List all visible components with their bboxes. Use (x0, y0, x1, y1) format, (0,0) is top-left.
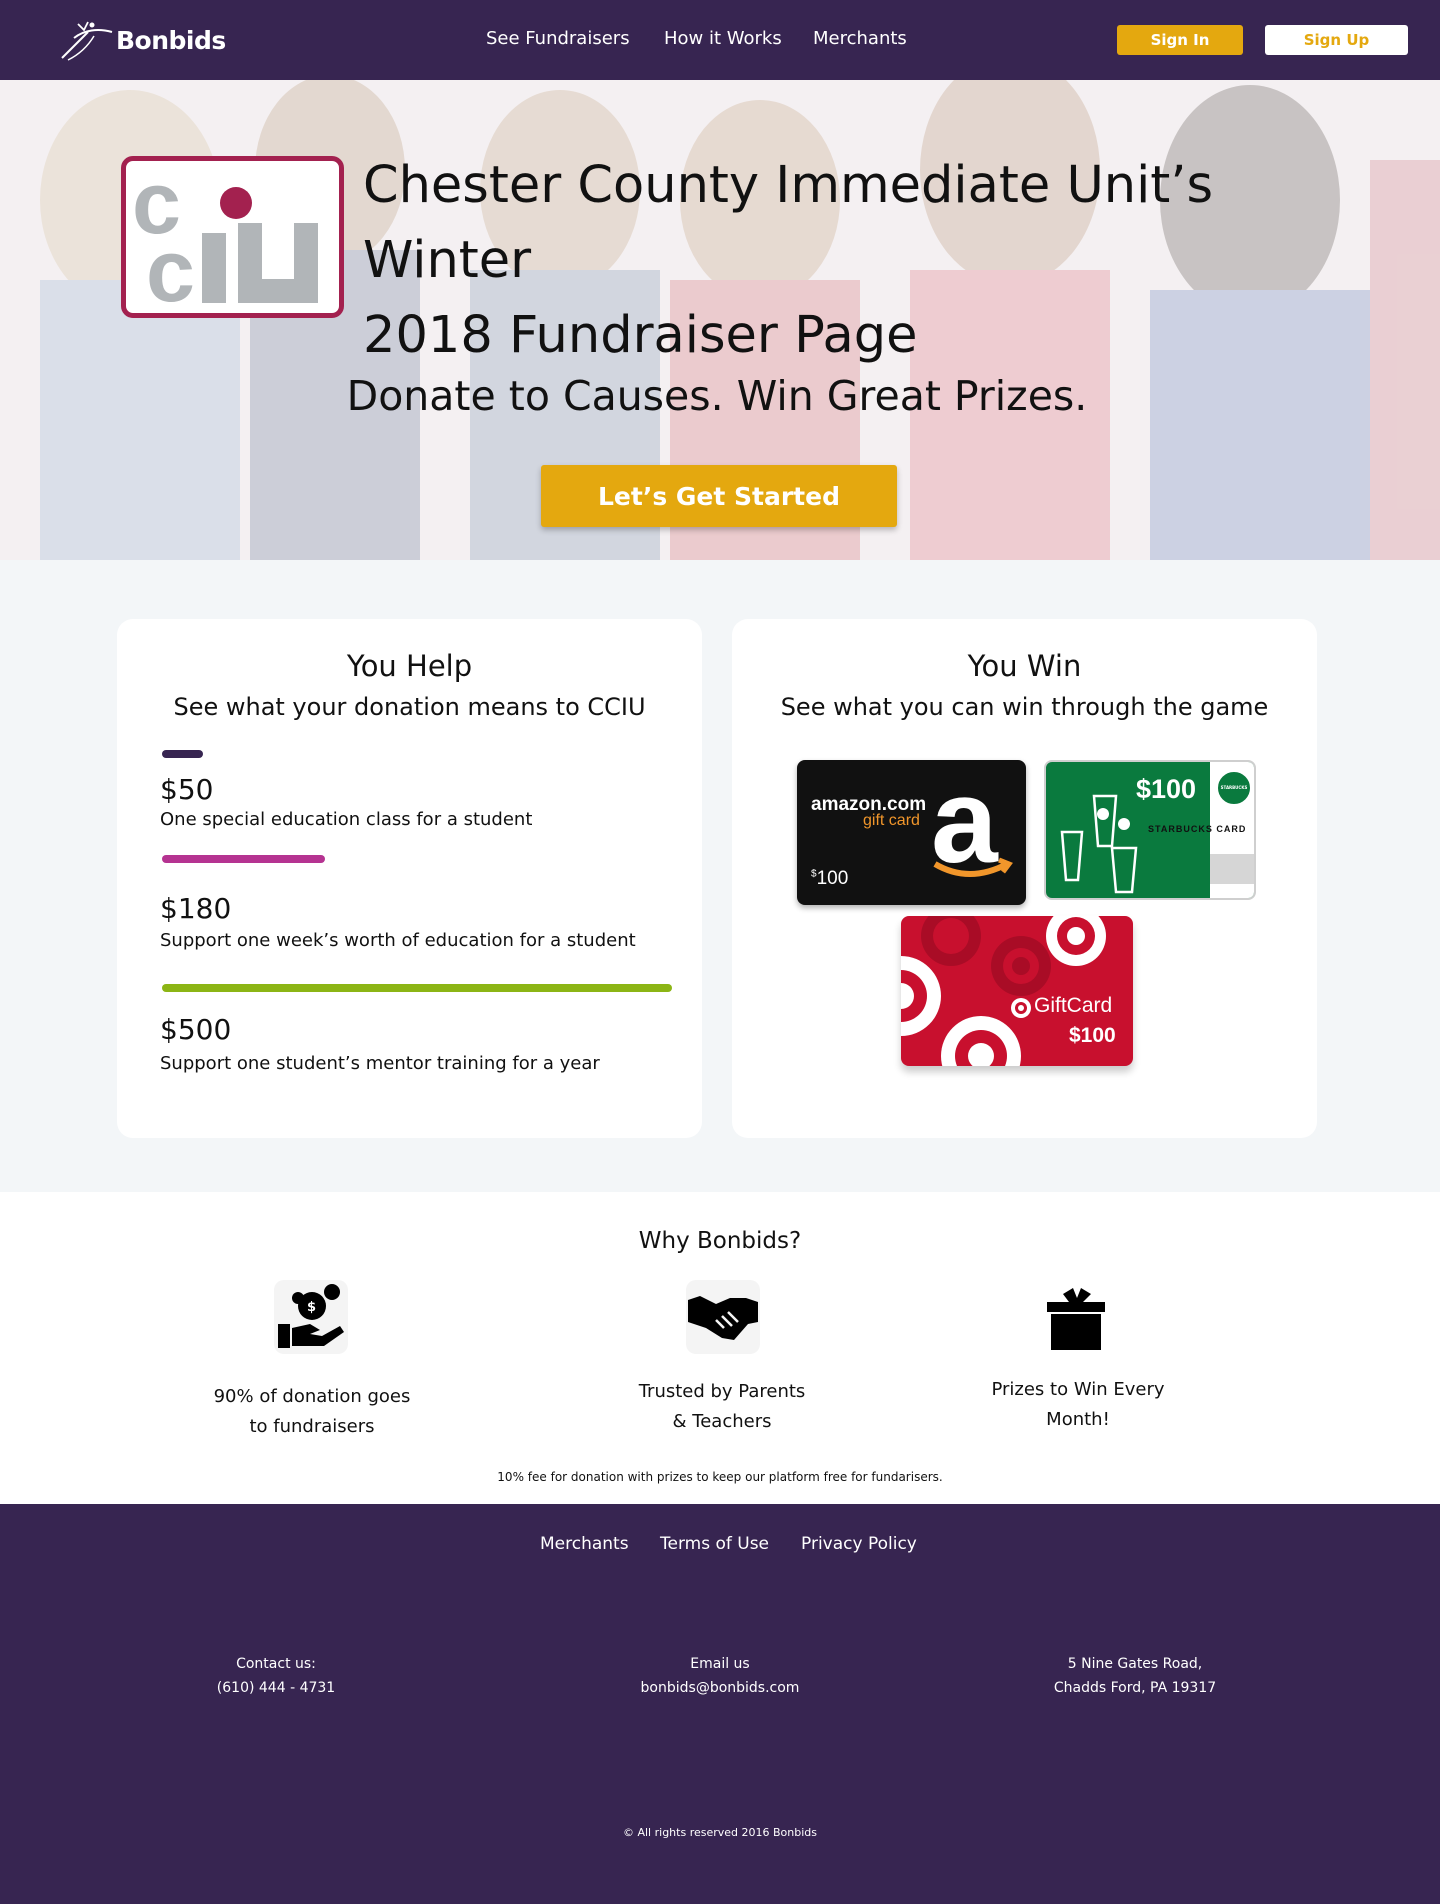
footer-link-privacy[interactable]: Privacy Policy (801, 1534, 917, 1554)
cciu-logo: c c (121, 153, 344, 320)
why-item-prizes-line2: Month! (1046, 1409, 1110, 1430)
you-help-card: You Help See what your donation means to… (117, 619, 702, 1138)
target-gift-card: GiftCard $100 (901, 916, 1133, 1066)
donation-hand-icon: $ (274, 1280, 348, 1354)
footer-email-address[interactable]: bonbids@bonbids.com (570, 1676, 870, 1700)
why-bonbids-title: Why Bonbids? (638, 1228, 802, 1254)
gift-box-glyph (1047, 1288, 1105, 1350)
tier-description-180: Support one week’s worth of education fo… (160, 930, 636, 951)
footer-link-merchants[interactable]: Merchants (540, 1534, 629, 1554)
tier-amount-500: $500 (160, 1013, 232, 1046)
starbucks-cups-icon (1060, 794, 1138, 894)
why-item-donation-line2: to fundraisers (249, 1416, 375, 1437)
you-help-subtitle: See what your donation means to CCIU (173, 693, 646, 721)
handshake-glyph (688, 1296, 758, 1340)
nav-link-how-it-works[interactable]: How it Works (664, 28, 782, 49)
cciu-logo-icon: c c (132, 153, 318, 320)
top-nav: Bonbids See Fundraisers How it Works Mer… (0, 0, 1440, 80)
tier-description-500: Support one student’s mentor training fo… (160, 1053, 600, 1074)
page-title-line2: 2018 Fundraiser Page (363, 306, 918, 365)
sign-up-button[interactable]: Sign Up (1265, 25, 1408, 55)
starbucks-seal-icon: STARBUCKS COFFEE (1216, 770, 1252, 806)
footer-contact-label: Contact us: (236, 1656, 316, 1672)
nav-link-merchants[interactable]: Merchants (813, 28, 907, 49)
why-item-trusted-line2: & Teachers (672, 1411, 772, 1432)
starbucks-card-bar (1210, 854, 1254, 884)
amazon-value: $100 (811, 868, 848, 890)
footer-email: Email us bonbids@bonbids.com (570, 1652, 870, 1700)
footer-address: 5 Nine Gates Road, Chadds Ford, PA 19317 (985, 1652, 1285, 1700)
nav-link-see-fundraisers[interactable]: See Fundraisers (486, 28, 630, 49)
target-value: $100 (1069, 1024, 1116, 1047)
starbucks-label: STARBUCKS CARD (1148, 824, 1247, 834)
footer: Merchants Terms of Use Privacy Policy Co… (0, 1504, 1440, 1904)
you-win-title: You Win (967, 649, 1082, 683)
why-item-donation: 90% of donation goes to fundraisers (192, 1382, 432, 1442)
tier-bar-50 (162, 750, 203, 758)
you-help-title: You Help (346, 649, 473, 683)
amazon-a-icon: a (931, 772, 1013, 884)
starbucks-seal-text: STARBUCKS COFFEE (1220, 785, 1248, 790)
amazon-gift-card: amazon.com gift card a $100 (797, 760, 1026, 905)
tier-amount-180: $180 (160, 892, 232, 925)
why-item-prizes: Prizes to Win Every Month! (958, 1375, 1198, 1435)
hero-tagline-text: Donate to Causes. Win Great Prizes. (346, 372, 1088, 420)
brand-logo[interactable]: Bonbids (58, 18, 226, 62)
why-item-trusted: Trusted by Parents & Teachers (602, 1377, 842, 1437)
svg-text:$: $ (307, 1300, 316, 1315)
svg-text:c: c (146, 221, 195, 313)
amazon-kind: gift card (863, 812, 920, 829)
target-label: GiftCard (1034, 994, 1113, 1017)
footer-contact-phone[interactable]: (610) 444 - 4731 (126, 1676, 426, 1700)
bonbids-logo-icon (61, 21, 113, 61)
hero-tagline: Donate to Causes. Win Great Prizes. (0, 372, 1440, 420)
donation-hand-glyph: $ (278, 1284, 344, 1348)
why-item-prizes-line1: Prizes to Win Every (991, 1379, 1165, 1400)
get-started-button[interactable]: Let’s Get Started (541, 465, 897, 527)
you-win-card: You Win See what you can win through the… (732, 619, 1317, 1138)
sign-in-button[interactable]: Sign In (1117, 25, 1243, 55)
gift-box-icon (1039, 1280, 1113, 1354)
brand-name: Bonbids (116, 25, 226, 55)
you-win-subtitle: See what you can win through the game (780, 693, 1269, 721)
footer-email-label: Email us (690, 1656, 750, 1672)
tier-bar-500 (162, 984, 672, 992)
page-title: Chester County Immediate Unit’s Winter 2… (363, 148, 1363, 373)
why-item-trusted-line1: Trusted by Parents (638, 1381, 806, 1402)
why-item-donation-line1: 90% of donation goes (213, 1386, 411, 1407)
fee-note: 10% fee for donation with prizes to keep… (497, 1470, 943, 1484)
footer-address-line2: Chadds Ford, PA 19317 (1053, 1680, 1217, 1696)
footer-contact: Contact us: (610) 444 - 4731 (126, 1652, 426, 1700)
hero-section: c c Chester County Immediate Unit’s Wint… (0, 80, 1440, 560)
tier-bar-180 (162, 855, 325, 863)
amazon-value-number: 100 (816, 868, 849, 889)
copyright: © All rights reserved 2016 Bonbids (622, 1826, 818, 1839)
footer-address-line1: 5 Nine Gates Road, (1067, 1656, 1203, 1672)
handshake-icon (686, 1280, 760, 1354)
page-title-line1: Chester County Immediate Unit’s Winter (363, 156, 1214, 290)
starbucks-gift-card: $100 STARBUCKS COFFEE STARBUCKS CARD (1044, 760, 1256, 900)
tier-amount-50: $50 (160, 773, 214, 806)
footer-link-terms[interactable]: Terms of Use (660, 1534, 769, 1554)
tier-description-50: One special education class for a studen… (160, 809, 533, 830)
